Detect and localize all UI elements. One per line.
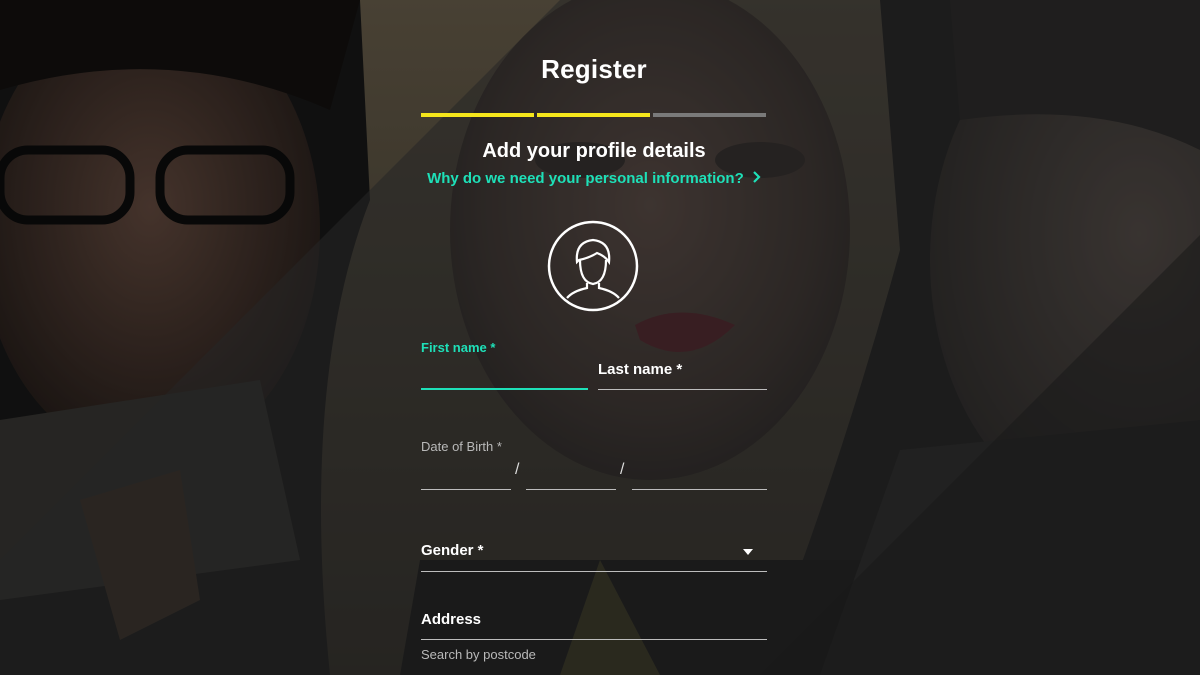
gender-label: Gender * — [421, 542, 484, 559]
progress-step-1 — [421, 113, 534, 117]
last-name-input[interactable] — [598, 362, 767, 390]
dob-label: Date of Birth * — [421, 439, 502, 454]
dob-month-input[interactable] — [526, 462, 616, 490]
why-personal-info-label: Why do we need your personal information… — [427, 170, 744, 187]
why-personal-info-link[interactable]: Why do we need your personal information… — [421, 170, 767, 187]
first-name-input[interactable] — [421, 362, 588, 390]
section-subtitle: Add your profile details — [482, 140, 706, 162]
chevron-right-icon — [752, 170, 761, 187]
progress-step-2 — [537, 113, 650, 117]
progress-step-3 — [653, 113, 766, 117]
page-title: Register — [541, 54, 647, 84]
address-helper-text: Search by postcode — [421, 647, 536, 662]
registration-form: Register Add your profile details Why do… — [421, 0, 767, 675]
dob-day-input[interactable] — [421, 462, 511, 490]
gender-select[interactable]: Gender * — [421, 532, 767, 572]
user-avatar-icon[interactable] — [547, 220, 639, 312]
dob-separator: / — [515, 461, 520, 478]
chevron-down-icon — [743, 549, 753, 555]
first-name-label: First name * — [421, 340, 496, 355]
dob-separator: / — [620, 461, 625, 478]
progress-indicator — [421, 113, 767, 117]
dob-year-input[interactable] — [632, 462, 767, 490]
address-input[interactable] — [421, 612, 767, 640]
